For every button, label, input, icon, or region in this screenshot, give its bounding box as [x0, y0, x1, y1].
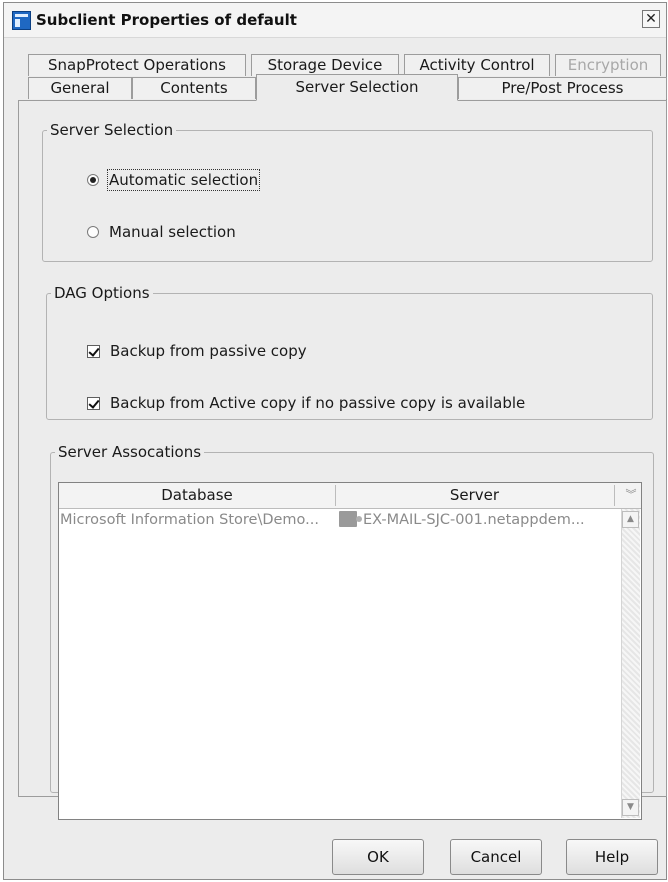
tab-snapprotect-operations[interactable]: SnapProtect Operations: [28, 54, 246, 76]
backup-passive-checkbox[interactable]: [87, 344, 100, 358]
tab-contents[interactable]: Contents: [132, 77, 256, 99]
automatic-selection-option[interactable]: Automatic selection: [87, 169, 261, 191]
tab-server-selection[interactable]: Server Selection: [256, 74, 458, 101]
window-title: Subclient Properties of default: [36, 11, 297, 29]
tab-general[interactable]: General: [28, 77, 132, 99]
manual-selection-radio[interactable]: [87, 226, 99, 238]
tab-panel-server-selection: Server Selection Automatic selection Man…: [18, 100, 667, 820]
server-cell-text: EX-MAIL-SJC-001.netappdem...: [363, 512, 585, 528]
close-button[interactable]: ✕: [642, 10, 660, 28]
manual-selection-option[interactable]: Manual selection: [87, 223, 236, 241]
automatic-selection-radio[interactable]: [87, 174, 99, 186]
dialog-window: Subclient Properties of default ✕ SnapPr…: [3, 2, 667, 880]
server-associations-group: Server Assocations Database Server ︾ Mic…: [50, 443, 654, 820]
automatic-selection-label[interactable]: Automatic selection: [106, 169, 261, 191]
scroll-up-arrow-icon[interactable]: ▲: [622, 511, 639, 528]
manual-selection-label[interactable]: Manual selection: [109, 223, 236, 241]
tab-pre-post-process[interactable]: Pre/Post Process: [458, 77, 667, 99]
server-associations-legend: Server Assocations: [58, 443, 202, 461]
title-bar[interactable]: Subclient Properties of default ✕: [4, 3, 666, 38]
dag-options-group: DAG Options Backup from passive copy Bac…: [46, 284, 653, 420]
ok-button[interactable]: OK: [332, 839, 424, 875]
server-icon: [339, 511, 362, 527]
tab-storage-device[interactable]: Storage Device: [251, 54, 399, 76]
server-cell: EX-MAIL-SJC-001.netappdem...: [339, 509, 615, 531]
table-row[interactable]: Microsoft Information Store\Demo... EX-M…: [59, 509, 615, 531]
help-button[interactable]: Help: [566, 839, 658, 875]
server-associations-table[interactable]: Database Server ︾ Microsoft Information …: [58, 482, 642, 820]
tab-activity-control[interactable]: Activity Control: [404, 54, 550, 76]
table-header: Database Server ︾: [59, 483, 641, 509]
vertical-scrollbar[interactable]: ▲ ▼: [621, 509, 640, 818]
server-selection-legend: Server Selection: [50, 121, 174, 139]
dag-options-legend: DAG Options: [54, 284, 150, 302]
app-window-icon: [12, 11, 31, 30]
server-selection-group: Server Selection Automatic selection Man…: [42, 121, 653, 262]
column-header-database[interactable]: Database: [59, 483, 335, 508]
sort-chevrons-icon[interactable]: ︾: [622, 484, 640, 506]
backup-passive-option[interactable]: Backup from passive copy: [87, 342, 307, 360]
backup-active-checkbox[interactable]: [87, 396, 100, 410]
backup-passive-label[interactable]: Backup from passive copy: [110, 342, 307, 360]
cancel-button[interactable]: Cancel: [450, 839, 542, 875]
backup-active-option[interactable]: Backup from Active copy if no passive co…: [87, 394, 525, 412]
column-header-server[interactable]: Server: [336, 483, 613, 508]
database-cell: Microsoft Information Store\Demo...: [60, 512, 320, 528]
tab-encryption: Encryption: [555, 54, 661, 76]
backup-active-label[interactable]: Backup from Active copy if no passive co…: [110, 394, 525, 412]
column-divider[interactable]: [614, 485, 615, 506]
scroll-down-arrow-icon[interactable]: ▼: [622, 799, 639, 816]
